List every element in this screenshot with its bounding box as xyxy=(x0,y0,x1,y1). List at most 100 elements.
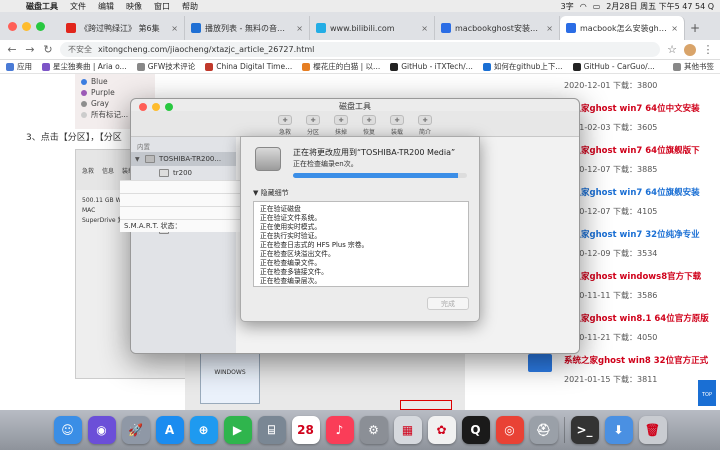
zoom-window-button[interactable] xyxy=(36,22,45,31)
du-item-label: tr200 xyxy=(173,169,192,177)
status-area: 3字 ◠ ▭ 2月28日 周五 下午5 47 54 Q xyxy=(561,0,714,12)
du-tool-1[interactable]: ✚ 急救 xyxy=(276,111,294,136)
menu-edit[interactable]: 编辑 xyxy=(98,1,114,12)
dock-disk-utility-icon[interactable]: ⛑ xyxy=(529,416,558,444)
hide-details-toggle[interactable]: ▼ 隐藏细节 xyxy=(253,188,289,198)
menu-app-name[interactable]: 磁盘工具 xyxy=(26,1,58,12)
du-minimize-button[interactable] xyxy=(152,103,160,111)
tab-2[interactable]: 播放列表 - 無料の音楽ダウン...× xyxy=(185,16,310,40)
download-thumbnail[interactable] xyxy=(528,354,552,372)
bookmark-item[interactable]: 如何在github上下... xyxy=(482,61,563,72)
reload-icon[interactable]: ↻ xyxy=(42,43,54,56)
dock-photos-app-icon[interactable]: ⌸ xyxy=(257,416,286,444)
disclosure-triangle-icon: ▼ xyxy=(253,189,261,197)
dock-music-icon[interactable]: ♪ xyxy=(325,416,354,444)
article-step-text: 3、点击【分区】，【分区 xyxy=(26,133,122,143)
battery-icon[interactable]: ▭ xyxy=(593,2,601,11)
tag-color-item[interactable]: Blue xyxy=(81,76,149,87)
menu-help[interactable]: 帮助 xyxy=(182,1,198,12)
log-line: 正在执行实时验证。 xyxy=(260,232,322,240)
tab-favicon-icon xyxy=(66,23,76,33)
dock-preview-icon[interactable]: ▦ xyxy=(393,416,422,444)
dock-terminal-icon[interactable]: >_ xyxy=(570,416,599,444)
dock-calendar-icon[interactable]: 28 xyxy=(291,416,320,444)
bookmark-item[interactable]: GitHub - iTXTech/... xyxy=(390,62,473,71)
bookmark-item[interactable]: China Digital Time... xyxy=(205,62,292,71)
tab-3[interactable]: www.bilibili.com × xyxy=(310,16,435,40)
dock-siri-icon[interactable]: ◉ xyxy=(87,416,116,444)
bookmark-icon xyxy=(572,62,581,71)
menu-image[interactable]: 映像 xyxy=(126,1,142,12)
dock-appstore-icon[interactable]: A xyxy=(155,416,184,444)
input-method[interactable]: 3字 xyxy=(561,1,574,12)
bookmark-item[interactable]: 星尘独奏曲 | Aria o... xyxy=(42,61,127,72)
download-title: 统之家ghost win8.1 64位官方原版 xyxy=(564,314,709,324)
profile-avatar[interactable] xyxy=(684,43,696,56)
dock-finder-icon[interactable]: ☺ xyxy=(53,416,82,444)
tab-1[interactable]: 《跨过鸭绿江》 第6集 × xyxy=(60,16,185,40)
du-sidebar-item[interactable]: ▼ TOSHIBA-TR200... xyxy=(131,152,236,166)
tab-close-icon[interactable]: × xyxy=(171,24,178,33)
du-titlebar: 磁盘工具 xyxy=(131,99,579,111)
back-icon[interactable]: ← xyxy=(6,43,18,56)
du-tool-4[interactable]: ✚ 恢复 xyxy=(360,111,378,136)
clock[interactable]: 2月28日 周五 下午5 47 54 Q xyxy=(606,1,714,12)
tag-color-dot-icon xyxy=(81,89,87,96)
dock-launchpad-icon[interactable]: 🚀 xyxy=(121,416,150,444)
bookmark-item[interactable]: 应用 xyxy=(6,61,32,72)
tab-close-icon[interactable]: × xyxy=(296,24,303,33)
download-date-count: 2020-12-01 下载：3800 xyxy=(564,81,658,90)
tab-close-icon[interactable]: × xyxy=(671,24,678,33)
url-text: xitongcheng.com/jiaocheng/xtazjc_article… xyxy=(98,45,315,54)
tab-close-icon[interactable]: × xyxy=(546,24,553,33)
du-tool-label: 抹掉 xyxy=(334,129,347,136)
bookmark-item[interactable]: GitHub - CarGuo/... xyxy=(572,62,655,71)
dock-facetime-icon[interactable]: ▶ xyxy=(223,416,252,444)
du-sidebar-item[interactable]: tr200 xyxy=(131,166,236,180)
menu-window[interactable]: 窗口 xyxy=(154,1,170,12)
du-tool-3[interactable]: ✚ 抹掉 xyxy=(332,111,350,136)
tab-title: www.bilibili.com xyxy=(330,23,395,33)
bookmark-item[interactable]: 其他书签 xyxy=(673,61,714,72)
tag-color-item[interactable]: Purple xyxy=(81,87,149,98)
download-title-link[interactable]: 系统之家ghost win8 32位官方正式 xyxy=(528,354,720,374)
done-button[interactable]: 完成 xyxy=(427,297,469,310)
du-tool-icon: ✚ xyxy=(418,115,432,125)
du-tool-icon: ✚ xyxy=(278,115,292,125)
tab-favicon-icon xyxy=(566,23,576,33)
minimize-window-button[interactable] xyxy=(22,22,31,31)
disclosure-triangle-icon[interactable]: ▼ xyxy=(135,156,141,163)
tab-5[interactable]: macbook怎么安装ghost win...× xyxy=(560,16,685,40)
dock-downloads-icon[interactable]: ⬇ xyxy=(604,416,633,444)
menu-icon[interactable]: ⋮ xyxy=(702,43,714,56)
du-tool-2[interactable]: ✚ 分区 xyxy=(304,111,322,136)
tab-favicon-icon xyxy=(316,23,326,33)
dock-qq-icon[interactable]: Q xyxy=(461,416,490,444)
du-info-label: S.M.A.R.T. 状态： xyxy=(124,222,182,230)
dock-chrome-icon[interactable]: ◎ xyxy=(495,416,524,444)
tab-close-icon[interactable]: × xyxy=(421,24,428,33)
du-zoom-button[interactable] xyxy=(165,103,173,111)
wifi-icon[interactable]: ◠ xyxy=(580,2,587,11)
dock-trash-icon[interactable]: 🗑 xyxy=(638,416,667,444)
url-input[interactable]: 不安全 xitongcheng.com/jiaocheng/xtazjc_art… xyxy=(60,42,660,57)
log-line: 正在使用实时模式。 xyxy=(260,223,322,231)
bookmark-item[interactable]: 樱花庄的白猫 | 以... xyxy=(302,61,380,72)
bookmark-item[interactable]: GFW技术评论 xyxy=(136,61,195,72)
dock-system-preferences-icon[interactable]: ⚙ xyxy=(359,416,388,444)
back-to-top-button[interactable]: TOP xyxy=(698,380,716,406)
du-tool-6[interactable]: ✚ 简介 xyxy=(416,111,434,136)
du-tool-5[interactable]: ✚ 装载 xyxy=(388,111,406,136)
dock-safari-icon[interactable]: ⊕ xyxy=(189,416,218,444)
star-icon[interactable]: ☆ xyxy=(666,43,678,56)
new-tab-button[interactable]: + xyxy=(685,16,705,40)
close-window-button[interactable] xyxy=(8,22,17,31)
du-close-button[interactable] xyxy=(139,103,147,111)
bookmark-label: GitHub - iTXTech/... xyxy=(401,62,473,71)
dock-photos-icon[interactable]: ✿ xyxy=(427,416,456,444)
tab-4[interactable]: macbookghost安装win7_百...× xyxy=(435,16,560,40)
menu-file[interactable]: 文件 xyxy=(70,1,86,12)
progress-fill xyxy=(293,173,459,178)
insecure-label[interactable]: 不安全 xyxy=(68,44,92,55)
forward-icon[interactable]: → xyxy=(24,43,36,56)
